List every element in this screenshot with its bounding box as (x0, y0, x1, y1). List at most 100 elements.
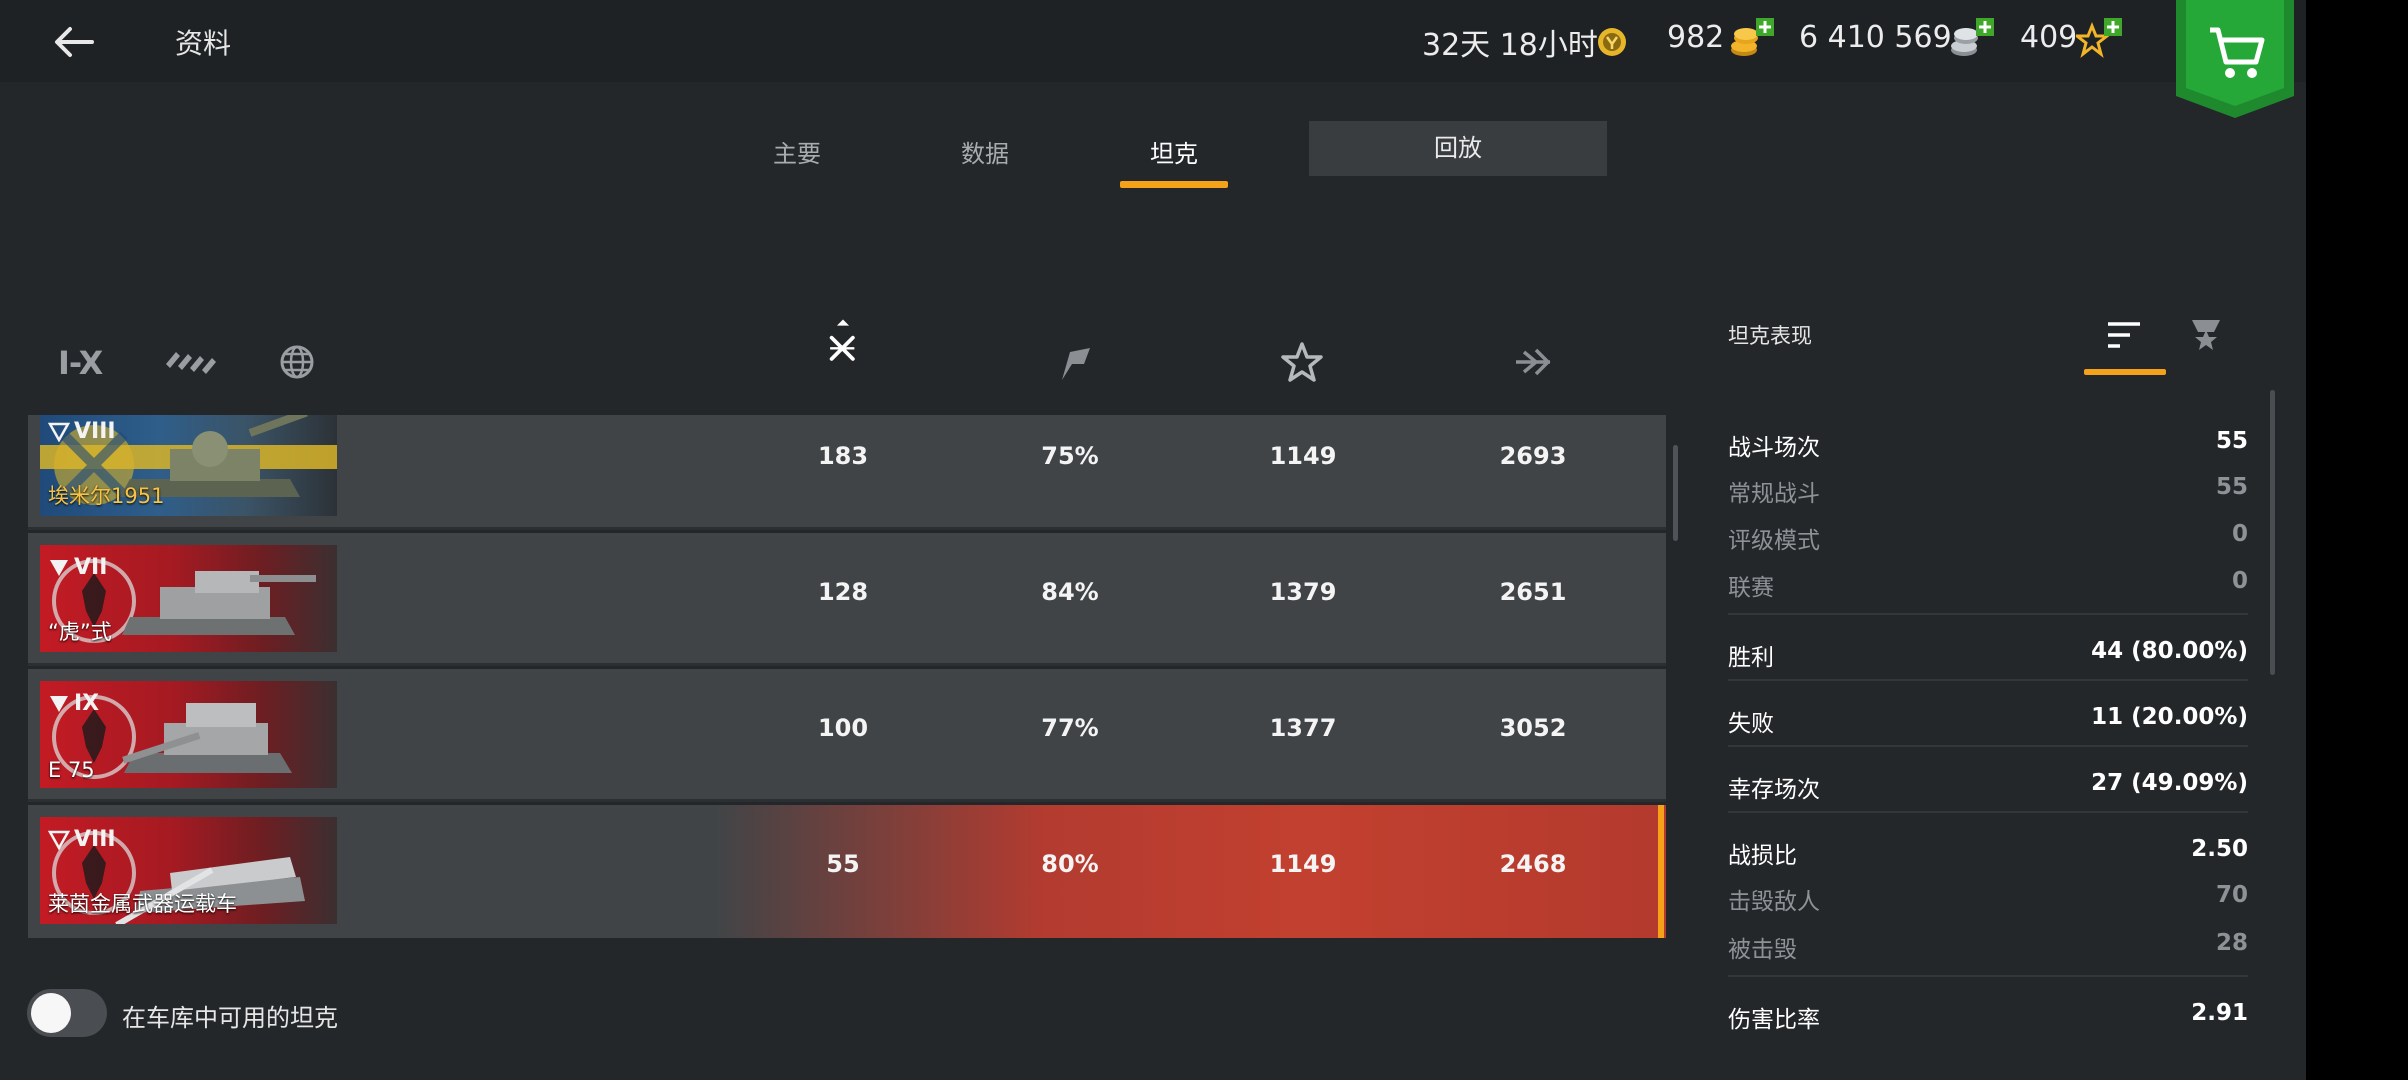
top-bar: 资料 32天 18小时 982 6 410 569 409 (0, 0, 2306, 118)
tank-thumbnail: VII “虎”式 (40, 545, 337, 652)
performance-title: 坦克表现 (1728, 324, 1812, 348)
mastery-badge-icon[interactable] (2188, 316, 2224, 356)
winrate-value: 80% (1041, 850, 1099, 878)
avg-xp-value: 1379 (1269, 578, 1337, 606)
stats-list-icon[interactable] (2104, 318, 2144, 352)
stat-value: 27 (49.09%) (2091, 770, 2248, 796)
table-row[interactable]: IX E 75 100 77% 1377 3052 (28, 669, 1666, 802)
garage-available-label: 在车库中可用的坦克 (122, 1004, 338, 1032)
free-xp-amount: 409 (2020, 20, 2078, 55)
avg-xp-column-star-icon[interactable] (1277, 338, 1327, 388)
profile-screen: 资料 32天 18小时 982 6 410 569 409 主要 数据 坦克 回… (0, 0, 2306, 1080)
stat-row: 失败 11 (20.00%) (1728, 698, 2248, 738)
stat-row: 伤害比率 2.91 (1728, 994, 2248, 1034)
stat-row: 评级模式 0 (1728, 515, 2248, 555)
stat-row: 常规战斗 55 (1728, 468, 2248, 508)
winrate-value: 77% (1041, 714, 1099, 742)
table-row-selected[interactable]: VIII 莱茵金属武器运载车 55 80% 1149 2468 (28, 805, 1666, 938)
free-xp-star-icon[interactable] (2076, 18, 2124, 58)
tier-label: VIII (48, 415, 116, 447)
screen-edge (2306, 0, 2408, 1080)
battles-value: 55 (826, 850, 860, 878)
winrate-value: 75% (1041, 442, 1099, 470)
stat-label: 战损比 (1728, 843, 1797, 869)
stat-value: 0 (2231, 521, 2248, 547)
stat-label: 胜利 (1728, 645, 1774, 671)
stat-value: 2.91 (2191, 1000, 2248, 1026)
stat-label: 幸存场次 (1728, 777, 1820, 803)
back-arrow-icon[interactable] (48, 16, 100, 68)
stat-value: 55 (2215, 474, 2248, 500)
heavy-tank-class-icon (50, 696, 68, 712)
avg-xp-value: 1149 (1269, 850, 1337, 878)
avg-damage-value: 3052 (1499, 714, 1567, 742)
stat-label: 失败 (1728, 711, 1774, 737)
battles-value: 128 (817, 578, 869, 606)
stat-value: 70 (2215, 882, 2248, 908)
stat-label: 联赛 (1728, 575, 1774, 601)
stat-label: 常规战斗 (1728, 481, 1820, 507)
premium-account-icon (1598, 28, 1626, 56)
shop-cart-button[interactable] (2176, 0, 2294, 118)
divider (1728, 679, 2248, 681)
garage-available-toggle[interactable] (27, 989, 107, 1037)
divider (1728, 975, 2248, 977)
gold-coins-icon[interactable] (1728, 18, 1776, 58)
battles-value: 183 (817, 442, 869, 470)
divider (1728, 811, 2248, 813)
table-scrollbar[interactable] (1673, 445, 1678, 541)
tab-stats[interactable]: 数据 (925, 134, 1045, 169)
tank-name: 埃米尔1951 (48, 484, 165, 508)
premium-tank-icon (48, 422, 70, 442)
stat-label: 被击毁 (1728, 937, 1797, 963)
nation-filter-globe-icon[interactable] (278, 343, 316, 381)
active-tab-indicator (1120, 181, 1228, 188)
gold-amount: 982 (1667, 20, 1725, 55)
tier-label: VII (48, 551, 107, 583)
stat-value: 2.50 (2191, 836, 2248, 862)
stat-value: 0 (2231, 568, 2248, 594)
avg-damage-value: 2651 (1499, 578, 1567, 606)
selected-row-indicator (1658, 805, 1664, 938)
table-row[interactable]: VIII 埃米尔1951 183 75% 1149 2693 (28, 415, 1666, 530)
tank-name: “虎”式 (48, 620, 112, 644)
stat-label: 战斗场次 (1728, 435, 1820, 461)
avg-damage-value: 2693 (1499, 442, 1567, 470)
stat-row: 战损比 2.50 (1728, 830, 2248, 870)
avg-damage-column-icon[interactable] (1508, 338, 1558, 388)
tank-name: E 75 (48, 758, 95, 782)
tank-image (122, 703, 292, 773)
stat-label: 伤害比率 (1728, 1007, 1820, 1033)
winrate-column-icon[interactable] (1050, 338, 1100, 388)
divider (1728, 613, 2248, 615)
premium-timer: 32天 18小时 (1422, 28, 1598, 63)
tab-main[interactable]: 主要 (737, 134, 857, 169)
stat-row: 幸存场次 27 (49.09%) (1728, 764, 2248, 804)
avg-xp-value: 1149 (1269, 442, 1337, 470)
td-class-icon (48, 830, 70, 850)
active-view-indicator (2084, 369, 2166, 375)
tab-tanks[interactable]: 坦克 (1114, 134, 1234, 169)
tier-filter[interactable]: I-X (58, 344, 103, 382)
tier-label: IX (48, 687, 99, 719)
avg-damage-value: 2468 (1499, 850, 1567, 878)
battles-column-sorted-icon[interactable] (818, 318, 868, 368)
stat-row: 战斗场次 55 (1728, 422, 2248, 462)
tank-thumbnail: IX E 75 (40, 681, 337, 788)
stat-label: 评级模式 (1728, 528, 1820, 554)
heavy-tank-class-icon (50, 560, 68, 576)
stat-row: 胜利 44 (80.00%) (1728, 632, 2248, 672)
replay-button[interactable]: 回放 (1309, 121, 1607, 176)
stat-row: 联赛 0 (1728, 562, 2248, 602)
tank-class-filter-icon[interactable] (162, 344, 218, 380)
stats-scrollbar[interactable] (2270, 390, 2275, 675)
stat-value: 44 (80.00%) (2091, 638, 2248, 664)
tank-thumbnail: VIII 埃米尔1951 (40, 415, 337, 516)
stat-row: 击毁敌人 70 (1728, 876, 2248, 916)
tank-stats-table: VIII 埃米尔1951 183 75% 1149 2693 VII “虎”式 … (28, 415, 1666, 947)
stat-value: 55 (2215, 428, 2248, 454)
credits-icon[interactable] (1948, 18, 1996, 58)
stat-value: 28 (2215, 930, 2248, 956)
table-row[interactable]: VII “虎”式 128 84% 1379 2651 (28, 533, 1666, 666)
tank-thumbnail: VIII 莱茵金属武器运载车 (40, 817, 337, 924)
